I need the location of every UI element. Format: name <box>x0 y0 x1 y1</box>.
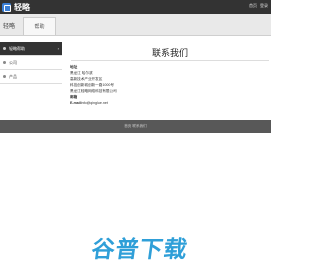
sidebar-item-product[interactable]: 产品 <box>0 70 62 84</box>
header-link-home[interactable]: 首页 <box>249 3 257 9</box>
bullet-icon <box>3 46 6 50</box>
sidebar-item-help-label-wrap: 轻略帮助 <box>3 46 25 52</box>
logo[interactable]: 轻略 <box>2 2 30 12</box>
chevron-right-icon: › <box>57 46 59 51</box>
sidebar-item-company[interactable]: 公司 <box>0 56 62 70</box>
bullet-icon <box>3 61 6 64</box>
section-title: 轻略 <box>3 24 16 30</box>
sidebar-item-help[interactable]: 轻略帮助 › <box>0 42 62 56</box>
contact-info: 地址 黑龙江 哈尔滨 高新技术产业开发区 科技创新城创新一路1000号 黑龙江轻… <box>69 61 271 109</box>
logo-text: 轻略 <box>14 2 30 12</box>
header-links: 首页 登录 <box>249 3 268 9</box>
bullet-icon <box>3 75 6 78</box>
page-title: 联系我们 <box>151 48 188 58</box>
sidebar-item-label: 产品 <box>9 73 17 79</box>
logo-icon <box>2 2 11 12</box>
main-content: 联系我们 地址 黑龙江 哈尔滨 高新技术产业开发区 科技创新城创新一路1000号… <box>69 42 271 119</box>
footer: 首页 联系我们 <box>0 120 271 133</box>
email-line: E-mailinfo@qinglue.net <box>70 100 270 106</box>
sidebar: 轻略帮助 › 公司 产品 <box>0 42 62 119</box>
top-header: 轻略 首页 登录 <box>0 0 271 14</box>
sidebar-item-label: 轻略帮助 <box>9 45 25 51</box>
sidebar-item-label: 公司 <box>9 59 17 65</box>
tab-bar: 轻略 帮助 <box>0 14 271 36</box>
tab-help[interactable]: 帮助 <box>23 17 56 35</box>
header-link-login[interactable]: 登录 <box>260 3 268 9</box>
email-label: E-mail <box>70 101 81 105</box>
watermark-text: 谷普下载 <box>89 236 190 262</box>
email-link[interactable]: info@qinglue.net <box>81 101 108 105</box>
watermark: 谷普下载 <box>89 230 190 264</box>
